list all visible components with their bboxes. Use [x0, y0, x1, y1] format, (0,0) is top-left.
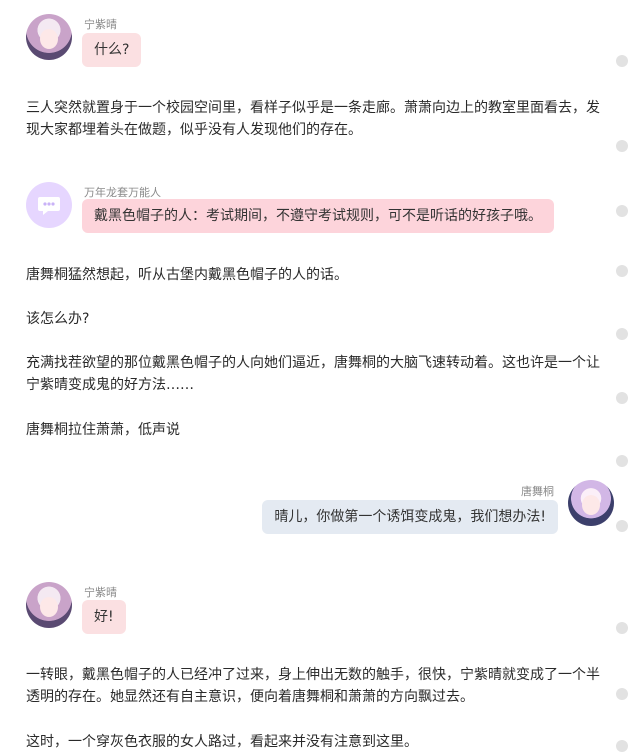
- scroll-dot-icon[interactable]: [616, 392, 628, 404]
- scroll-dot-icon[interactable]: [616, 55, 628, 67]
- avatar-face: [40, 29, 58, 49]
- avatar-face: [582, 495, 600, 515]
- sender-name: 宁紫晴: [84, 586, 117, 599]
- avatar-ning[interactable]: [26, 14, 72, 60]
- scroll-dot-icon[interactable]: [616, 140, 628, 152]
- message-bubble: 什么?: [82, 33, 142, 67]
- scroll-dot-icon[interactable]: [616, 265, 628, 277]
- narration-paragraph: 唐舞桐拉住萧萧，低声说: [26, 422, 180, 438]
- avatar-face: [40, 597, 58, 617]
- chat-feed: 宁紫晴 什么? 三人突然就置身于一个校园空间里，看样子似乎是一条走廊。萧萧向边上…: [0, 0, 640, 756]
- scroll-dot-icon[interactable]: [616, 622, 628, 634]
- chat-bubble-icon: [38, 197, 60, 215]
- scroll-dot-icon[interactable]: [616, 520, 628, 532]
- sender-name: 唐舞桐: [521, 485, 554, 498]
- narration-paragraph: 充满找茬欲望的那位戴黑色帽子的人向她们逼近，唐舞桐的大脑飞速转动着。这也许是一个…: [26, 355, 600, 393]
- message-bubble: 好!: [82, 600, 126, 634]
- sender-name: 万年龙套万能人: [84, 186, 161, 199]
- message-bubble: 晴儿，你做第一个诱饵变成鬼，我们想办法!: [262, 500, 558, 534]
- avatar-ning[interactable]: [26, 582, 72, 628]
- narration-paragraph: 这时，一个穿灰色衣服的女人路过，看起来并没有注意到这里。: [26, 734, 418, 750]
- narration-paragraph: 该怎么办?: [26, 311, 90, 327]
- message-bubble: 戴黑色帽子的人：考试期间，不遵守考试规则，可不是听话的好孩子哦。: [82, 199, 554, 233]
- avatar-tang[interactable]: [568, 480, 614, 526]
- narration-paragraph: 三人突然就置身于一个校园空间里，看样子似乎是一条走廊。萧萧向边上的教室里面看去，…: [26, 100, 600, 138]
- scroll-dot-icon[interactable]: [616, 740, 628, 752]
- narration-paragraph: 一转眼，戴黑色帽子的人已经冲了过来，身上伸出无数的触手，很快，宁紫晴就变成了一个…: [26, 667, 600, 705]
- scroll-dot-icon[interactable]: [616, 455, 628, 467]
- scroll-indicator[interactable]: [612, 0, 632, 756]
- scroll-dot-icon[interactable]: [616, 205, 628, 217]
- avatar-bot[interactable]: [26, 182, 72, 228]
- scroll-dot-icon[interactable]: [616, 688, 628, 700]
- sender-name: 宁紫晴: [84, 18, 117, 31]
- narration-paragraph: 唐舞桐猛然想起，听从古堡内戴黑色帽子的人的话。: [26, 267, 348, 283]
- scroll-dot-icon[interactable]: [616, 328, 628, 340]
